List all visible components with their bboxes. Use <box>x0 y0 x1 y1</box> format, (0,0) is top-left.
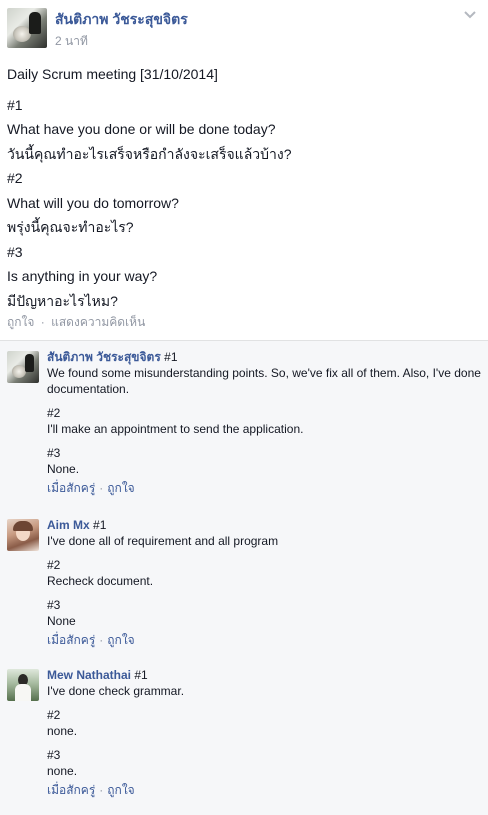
comment-meta: เมื่อสักครู่ · ถูกใจ <box>47 481 135 495</box>
post-line: วันนี้คุณทำอะไรเสร็จหรือกำลังจะเสร็จแล้ว… <box>7 145 292 162</box>
commenter-avatar[interactable] <box>7 351 39 383</box>
comment-text: I've done all of requirement and all pro… <box>47 534 279 548</box>
comment-like-link[interactable]: ถูกใจ <box>107 633 134 647</box>
post-line: พรุ่งนี้คุณจะทำอะไร? <box>7 219 134 235</box>
commenter-name[interactable]: สันติภาพ วัชระสุขจิตร <box>47 350 161 364</box>
comment-body: Mew Nathathai #1 I've done check grammar… <box>47 667 483 798</box>
post-timestamp[interactable]: 2 นาที <box>55 32 88 51</box>
post-line: มีปัญหาอะไรไหม? <box>7 292 118 309</box>
separator: · <box>40 315 45 329</box>
post-line: Is anything in your way? <box>7 268 158 284</box>
comment-text: #3 <box>47 598 61 612</box>
comment-text: I've done check grammar. <box>47 684 185 698</box>
post-author-name[interactable]: สันติภาพ วัชระสุขจิตร <box>55 9 188 31</box>
post-actions: ถูกใจ · แสดงความคิดเห็น <box>7 313 145 332</box>
post-header: สันติภาพ วัชระสุขจิตร 2 นาที <box>7 8 477 48</box>
like-link[interactable]: ถูกใจ <box>7 315 34 329</box>
comment-text: We found some misunderstanding points. S… <box>47 366 481 396</box>
post-line: Daily Scrum meeting [31/10/2014] <box>7 66 218 82</box>
comment-timestamp[interactable]: เมื่อสักครู่ <box>47 783 95 797</box>
comment-text: None. <box>47 462 80 476</box>
author-avatar[interactable] <box>7 8 47 48</box>
comment-timestamp[interactable]: เมื่อสักครู่ <box>47 633 95 647</box>
comment-text: #2 <box>47 708 61 722</box>
post-line: What have you done or will be done today… <box>7 121 276 137</box>
comment-text: #3 <box>47 446 61 460</box>
comments-section: สันติภาพ วัชระสุขจิตร #1 We found some m… <box>0 340 488 815</box>
commenter-avatar[interactable] <box>7 669 39 701</box>
comment-like-link[interactable]: ถูกใจ <box>107 481 134 495</box>
post-text: Daily Scrum meeting [31/10/2014] #1 What… <box>7 62 477 313</box>
comment-text: #1 <box>134 668 148 682</box>
comment-body: สันติภาพ วัชระสุขจิตร #1 We found some m… <box>47 349 483 496</box>
post-line: #2 <box>7 170 23 186</box>
post-line: #3 <box>7 243 23 260</box>
commenter-name[interactable]: Mew Nathathai <box>47 668 131 682</box>
comment-text: none. <box>47 764 78 778</box>
comment-text: None <box>47 614 76 628</box>
comment-text: #1 <box>164 350 178 364</box>
comment-timestamp[interactable]: เมื่อสักครู่ <box>47 481 95 495</box>
comment-text: Recheck document. <box>47 574 154 588</box>
post-line: What will you do tomorrow? <box>7 194 179 211</box>
feed-post: สันติภาพ วัชระสุขจิตร 2 นาที Daily Scrum… <box>0 0 488 340</box>
comment-text: #3 <box>47 748 61 762</box>
commenter-name[interactable]: Aim Mx <box>47 518 90 532</box>
post-line: #1 <box>7 96 23 113</box>
comment-text: #2 <box>47 558 61 572</box>
commenter-avatar[interactable] <box>7 519 39 551</box>
comment-meta: เมื่อสักครู่ · ถูกใจ <box>47 633 135 647</box>
comment-meta: เมื่อสักครู่ · ถูกใจ <box>47 783 135 797</box>
comment-text: none. <box>47 724 78 738</box>
comment-text: I'll make an appointment to send the app… <box>47 422 304 436</box>
comment-text: #2 <box>47 406 61 420</box>
chevron-down-icon[interactable] <box>463 8 477 22</box>
comment-text: #1 <box>93 518 107 532</box>
comment-body: Aim Mx #1 I've done all of requirement a… <box>47 517 483 648</box>
comment-like-link[interactable]: ถูกใจ <box>107 783 134 797</box>
comment-link[interactable]: แสดงความคิดเห็น <box>51 315 145 329</box>
